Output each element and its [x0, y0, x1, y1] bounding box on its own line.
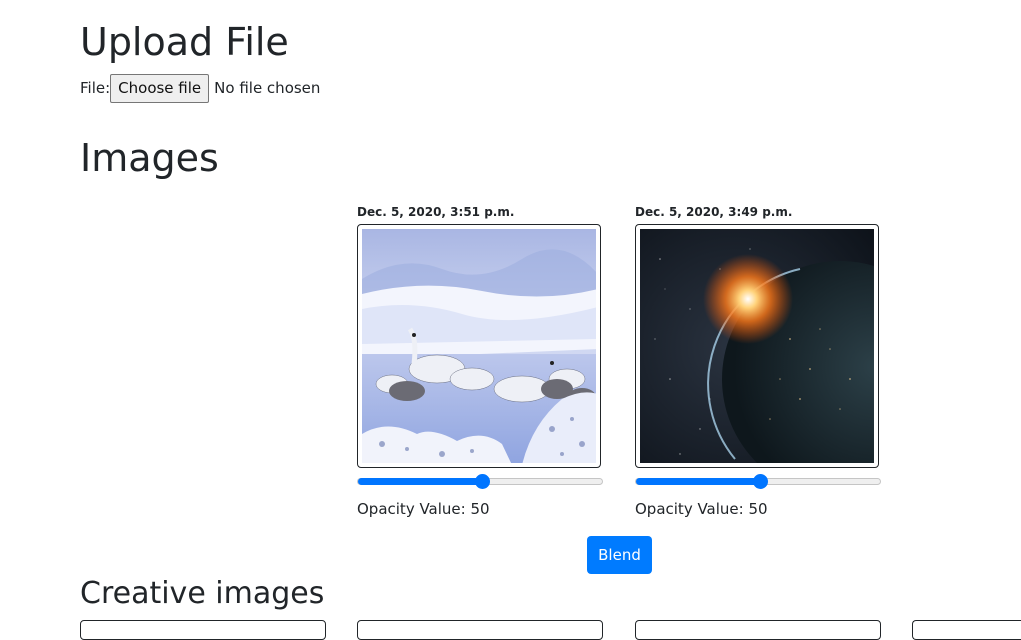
- opacity-slider[interactable]: [357, 474, 603, 489]
- creative-image-card[interactable]: [912, 620, 1021, 640]
- file-status-text: No file chosen: [214, 79, 321, 97]
- slider-fill: [636, 478, 760, 485]
- image-date: Dec. 5, 2020, 3:51 p.m.: [357, 205, 515, 219]
- creative-image-card[interactable]: [357, 620, 603, 640]
- creative-image-card[interactable]: [635, 620, 881, 640]
- choose-file-button[interactable]: Choose file: [110, 73, 210, 103]
- image-thumbnail[interactable]: [357, 224, 601, 468]
- planet-space-photo: [640, 229, 874, 463]
- opacity-value-label: Opacity Value: 50: [635, 500, 768, 518]
- image-thumbnail[interactable]: [635, 224, 879, 468]
- images-heading: Images: [80, 136, 219, 180]
- image-date: Dec. 5, 2020, 3:49 p.m.: [635, 205, 793, 219]
- image-card: Dec. 5, 2020, 3:49 p.m.: [635, 205, 792, 219]
- image-card: Dec. 5, 2020, 3:51 p.m.: [357, 205, 514, 219]
- opacity-slider[interactable]: [635, 474, 881, 489]
- slider-thumb[interactable]: [753, 474, 768, 489]
- slider-fill: [358, 478, 482, 485]
- opacity-value-label: Opacity Value: 50: [357, 500, 490, 518]
- creative-images-heading: Creative images: [80, 576, 325, 611]
- file-label: File:: [80, 79, 111, 97]
- swans-winter-photo: [362, 229, 596, 463]
- slider-thumb[interactable]: [475, 474, 490, 489]
- creative-image-card[interactable]: [80, 620, 326, 640]
- blend-button[interactable]: Blend: [587, 536, 652, 574]
- page-title: Upload File: [80, 20, 289, 64]
- file-upload-row: File: Choose file No file chosen: [80, 73, 320, 103]
